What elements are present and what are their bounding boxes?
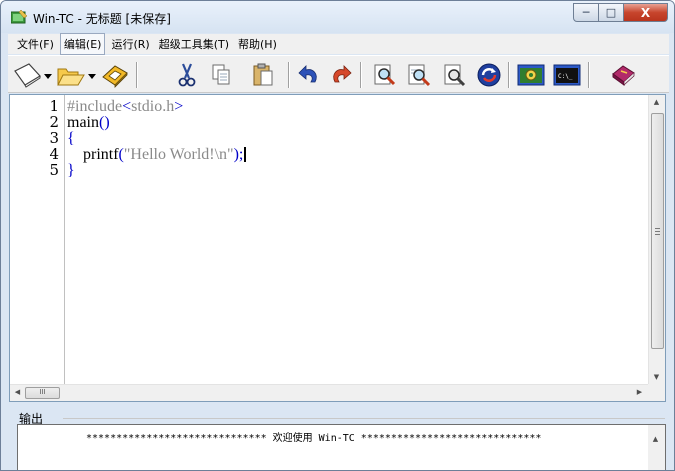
menu-edit[interactable]: 编辑(E): [59, 33, 106, 55]
vertical-scrollbar[interactable]: ▲ ▼: [648, 95, 665, 385]
code-text-area[interactable]: #include<stdio.h> main() { printf("Hello…: [67, 95, 647, 385]
header-token: stdio.h: [131, 98, 175, 115]
line-number: 2: [49, 113, 59, 131]
menu-help[interactable]: 帮助(H): [235, 34, 280, 54]
code-line: #include<stdio.h>: [67, 98, 184, 115]
find-icon: [372, 62, 398, 88]
output-message: ****************************** 欢迎使用 Win-…: [86, 433, 542, 444]
identifier-token: printf: [83, 146, 119, 163]
console-icon: C:\_: [553, 63, 581, 87]
code-line: main(): [67, 114, 110, 131]
scroll-up-icon[interactable]: ▲: [648, 435, 663, 443]
bracket-token: {: [67, 130, 75, 147]
redo-icon: [329, 62, 353, 88]
copy-button[interactable]: [206, 60, 236, 90]
horizontal-scrollbar[interactable]: ◀ III ▶: [10, 384, 650, 401]
find-button[interactable]: [370, 60, 400, 90]
line-number-gutter: 1 2 3 4 5: [10, 95, 65, 385]
save-button[interactable]: [100, 60, 130, 90]
chevron-down-icon[interactable]: [44, 70, 52, 79]
line-number: 5: [49, 161, 59, 179]
compile-button[interactable]: [516, 60, 546, 90]
code-line: }: [67, 162, 75, 179]
scroll-right-icon[interactable]: ▶: [632, 388, 647, 396]
bracket-token: );: [233, 146, 244, 163]
find-next-button[interactable]: [404, 60, 434, 90]
undo-button[interactable]: [294, 60, 324, 90]
replace-icon: [442, 62, 468, 88]
new-file-icon: [12, 61, 42, 89]
identifier-token: main: [67, 114, 99, 131]
minimize-button[interactable]: ─: [573, 3, 599, 22]
close-icon: X: [640, 5, 651, 20]
copy-icon: [209, 62, 233, 88]
menu-run[interactable]: 运行(R): [108, 34, 152, 54]
undo-icon: [297, 62, 321, 88]
menu-bar: 文件(F) 编辑(E) 运行(R) 超级工具集(T) 帮助(H): [8, 33, 669, 55]
maximize-button[interactable]: □: [599, 3, 624, 22]
toolbar-separator: [588, 62, 590, 88]
app-window: Win-TC - 无标题 [未保存] ─ □ X 文件(F) 编辑(E) 运行(…: [0, 0, 675, 471]
bracket-token: (): [99, 114, 110, 131]
replace-button[interactable]: [440, 60, 470, 90]
text-caret: [244, 147, 247, 162]
line-number: 1: [49, 97, 59, 115]
menu-file[interactable]: 文件(F): [14, 34, 57, 54]
minimize-icon: ─: [582, 6, 590, 19]
redo-button[interactable]: [326, 60, 356, 90]
toolbar: C:\_: [8, 55, 669, 93]
title-bar[interactable]: Win-TC - 无标题 [未保存] ─ □ X: [1, 1, 674, 33]
open-folder-icon: [56, 61, 86, 89]
bracket-token: >: [174, 98, 184, 115]
grip-icon: [655, 228, 660, 235]
toolbar-separator: [136, 62, 138, 88]
scrollbar-corner: [648, 384, 665, 401]
scroll-up-icon[interactable]: ▲: [649, 98, 664, 106]
vertical-scroll-thumb[interactable]: [651, 113, 664, 349]
output-panel[interactable]: ****************************** 欢迎使用 Win-…: [17, 424, 666, 470]
save-disk-icon: [100, 61, 130, 89]
preprocessor-token: #include: [67, 98, 123, 115]
chevron-down-icon[interactable]: [88, 70, 96, 79]
open-button[interactable]: [56, 60, 86, 90]
horizontal-scroll-thumb[interactable]: III: [25, 387, 60, 399]
maximize-icon: □: [605, 6, 617, 19]
refresh-icon: [476, 62, 502, 88]
window-controls: ─ □ X: [573, 3, 668, 23]
new-file-button[interactable]: [12, 60, 42, 90]
help-book-icon: [609, 62, 637, 88]
menu-tools[interactable]: 超级工具集(T): [156, 34, 232, 54]
cut-button[interactable]: [172, 60, 202, 90]
paste-button[interactable]: [248, 60, 278, 90]
app-icon: [10, 9, 28, 24]
code-line: {: [67, 130, 75, 147]
compile-icon: [517, 63, 545, 87]
refresh-button[interactable]: [474, 60, 504, 90]
bracket-token: <: [122, 98, 132, 115]
output-divider: [63, 418, 665, 419]
toolbar-separator: [360, 62, 362, 88]
scroll-left-icon[interactable]: ◀: [10, 388, 25, 396]
code-line: printf("Hello World!\n");: [67, 146, 247, 163]
find-next-icon: [406, 62, 432, 88]
bracket-token: }: [67, 162, 75, 179]
paste-icon: [251, 62, 275, 88]
line-number: 4: [49, 145, 59, 163]
output-scrollbar[interactable]: ▲: [648, 425, 665, 470]
console-button[interactable]: C:\_: [552, 60, 582, 90]
string-token: "Hello World!\n": [123, 146, 234, 163]
cut-icon: [175, 62, 199, 88]
toolbar-separator: [508, 62, 510, 88]
window-title: Win-TC - 无标题 [未保存]: [33, 12, 171, 26]
scroll-down-icon[interactable]: ▼: [649, 373, 664, 381]
help-button[interactable]: [608, 60, 638, 90]
close-button[interactable]: X: [624, 3, 668, 22]
line-number: 3: [49, 129, 59, 147]
code-editor[interactable]: 1 2 3 4 5 #include<stdio.h> main() { pri…: [9, 94, 666, 402]
toolbar-separator: [288, 62, 290, 88]
console-icon-text: C:\_: [558, 73, 573, 80]
